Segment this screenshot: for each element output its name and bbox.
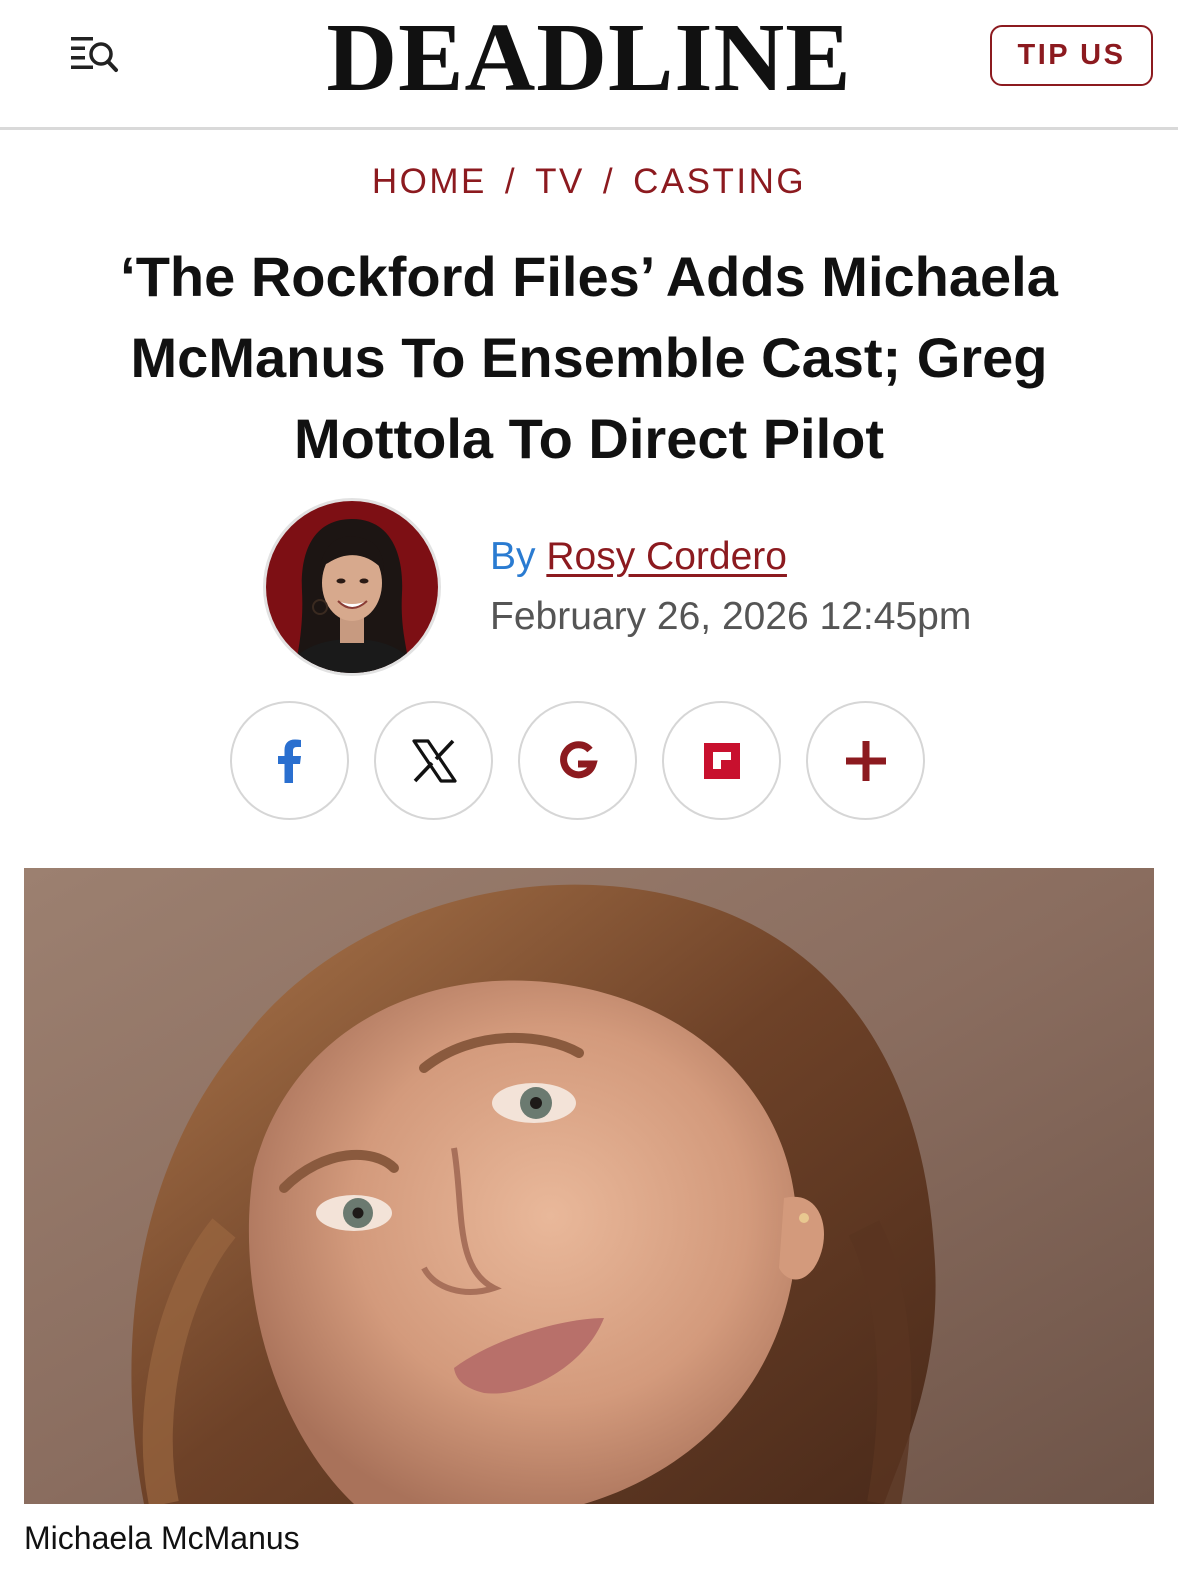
share-x-button[interactable]: [374, 701, 493, 820]
tip-us-button[interactable]: TIP US: [990, 25, 1153, 86]
breadcrumb-separator: /: [602, 162, 616, 201]
breadcrumb-separator: /: [504, 162, 518, 201]
breadcrumb-casting[interactable]: CASTING: [633, 162, 806, 201]
article-title: ‘The Rockford Files’ Adds Michaela McMan…: [120, 245, 1058, 470]
byline-prefix: By: [490, 535, 536, 578]
share-google-button[interactable]: [518, 701, 637, 820]
menu-search-icon-svg: [71, 37, 118, 72]
author-link[interactable]: Rosy Cordero: [546, 535, 787, 578]
author-avatar[interactable]: [263, 498, 441, 676]
share-more-button[interactable]: [806, 701, 925, 820]
hero-image: [24, 868, 1154, 1504]
hero-caption: Michaela McManus: [24, 1520, 300, 1556]
breadcrumb: HOME / TV / CASTING: [0, 162, 1178, 202]
google-icon: [559, 740, 598, 778]
breadcrumb-home[interactable]: HOME: [372, 162, 487, 201]
share-flipboard-button[interactable]: [662, 701, 781, 820]
publish-date: February 26, 2026 12:45pm: [490, 595, 972, 638]
facebook-icon: [277, 739, 301, 783]
plus-icon: [845, 740, 886, 781]
hero-portrait: [24, 868, 1154, 1504]
byline: By Rosy Cordero: [490, 534, 787, 580]
menu-search-icon[interactable]: [68, 34, 122, 76]
x-icon: [411, 738, 457, 783]
author-avatar-image: [266, 501, 438, 673]
site-logo-text[interactable]: DEADLINE: [326, 4, 851, 112]
flipboard-icon: [703, 742, 740, 779]
top-bar: DEADLINE TIP US: [0, 0, 1178, 130]
breadcrumb-tv[interactable]: TV: [535, 162, 585, 201]
share-facebook-button[interactable]: [230, 701, 349, 820]
